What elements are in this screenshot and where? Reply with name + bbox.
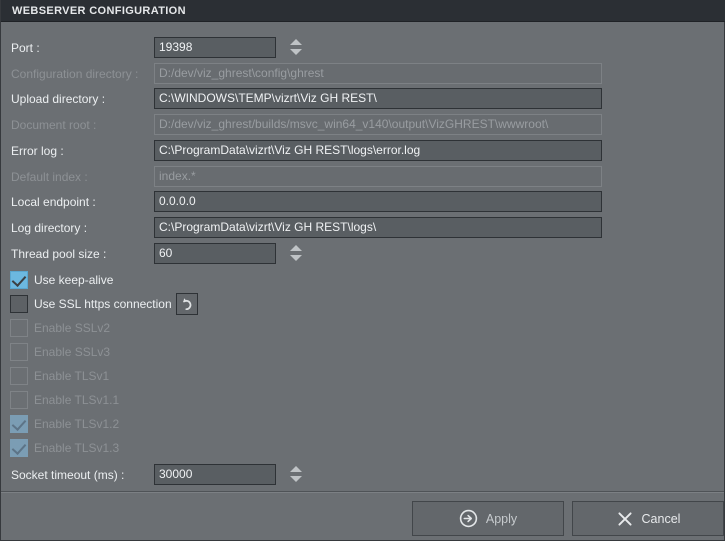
- checkbox-row[interactable]: Use keep-alive: [1, 268, 724, 293]
- checkmark-icon: [11, 439, 27, 455]
- cancel-button-label: Cancel: [641, 511, 681, 526]
- apply-button-label: Apply: [485, 511, 518, 526]
- form-row: Port : 19398: [1, 36, 724, 61]
- text-input[interactable]: C:\ProgramData\vizrt\Viz GH REST\logs\: [154, 216, 602, 238]
- text-input[interactable]: C:\ProgramData\vizrt\Viz GH REST\logs\er…: [154, 139, 602, 161]
- checkbox: [10, 438, 28, 457]
- form-row: Error log : C:\ProgramData\vizrt\Viz GH R…: [1, 139, 724, 164]
- checkbox-label: Enable SSLv2: [34, 320, 111, 335]
- webserver-configuration-dialog: WEBSERVER CONFIGURATION Port : 19398 Confi…: [0, 0, 725, 541]
- field-label: Local endpoint :: [11, 195, 96, 210]
- field-label: Port :: [11, 41, 40, 55]
- field-label: Configuration directory :: [11, 66, 139, 81]
- text-input: index.*: [154, 165, 602, 187]
- field-label: Socket timeout (ms) :: [11, 467, 125, 482]
- field-label: Log directory :: [11, 220, 88, 235]
- checkbox-row[interactable]: Use SSL https connection: [1, 292, 724, 317]
- text-input[interactable]: 19398: [154, 37, 276, 58]
- checkbox-row: Enable TLSv1: [1, 364, 724, 389]
- checkbox[interactable]: [10, 294, 28, 313]
- checkbox-row: Enable TLSv1.1: [1, 388, 724, 413]
- checkbox: [10, 342, 28, 361]
- field-label: Thread pool size :: [11, 246, 107, 261]
- checkbox-label: Enable TLSv1.1: [34, 392, 120, 407]
- form-row: Default index : index.*: [1, 165, 724, 190]
- stepper-up-icon[interactable]: [290, 39, 302, 45]
- checkbox-label: Use SSL https connection: [34, 296, 172, 311]
- checkbox-row: Enable SSLv3: [1, 340, 724, 365]
- text-input[interactable]: 60: [154, 242, 276, 264]
- cancel-button[interactable]: Cancel: [572, 501, 724, 536]
- stepper-down-icon[interactable]: [290, 49, 302, 55]
- checkbox-row: Enable SSLv2: [1, 316, 724, 341]
- field-label: Error log :: [11, 143, 64, 158]
- checkmark-icon: [11, 415, 27, 431]
- form-row: Upload directory : C:\WINDOWS\TEMP\vizrt\…: [1, 87, 724, 112]
- form-row: Socket timeout (ms) : 30000: [1, 463, 724, 488]
- number-stepper[interactable]: [287, 243, 304, 264]
- number-stepper[interactable]: [287, 37, 304, 58]
- checkbox: [10, 366, 28, 385]
- apply-button[interactable]: Apply: [412, 501, 564, 536]
- field-label: Default index :: [11, 169, 88, 184]
- text-input: D:/dev/viz_ghrest/builds/msvc_win64_v140…: [154, 114, 602, 136]
- close-x-icon: [616, 510, 634, 528]
- stepper-down-icon[interactable]: [290, 475, 302, 482]
- field-label: Document root :: [11, 118, 97, 133]
- checkbox-label: Enable TLSv1.3: [34, 440, 120, 455]
- stepper-down-icon[interactable]: [290, 254, 302, 261]
- form-row: Configuration directory : D:/dev/viz_ghre…: [1, 62, 724, 87]
- text-input[interactable]: 0.0.0.0: [154, 191, 602, 213]
- checkbox: [10, 390, 28, 409]
- number-stepper[interactable]: [287, 464, 304, 485]
- field-label: Upload directory :: [11, 92, 106, 107]
- form-row: Log directory : C:\ProgramData\vizrt\Viz …: [1, 216, 724, 241]
- checkbox-label: Use keep-alive: [34, 272, 114, 287]
- dialog-title: WEBSERVER CONFIGURATION: [12, 5, 186, 17]
- stepper-up-icon[interactable]: [290, 465, 302, 472]
- checkbox-row: Enable TLSv1.3: [1, 436, 724, 461]
- checkmark-icon: [11, 271, 27, 287]
- text-input: D:/dev/viz_ghrest\config\ghrest: [154, 62, 602, 84]
- undo-arrow-icon: [177, 296, 197, 312]
- revert-ssl-button[interactable]: [176, 293, 198, 315]
- form-row: Local endpoint : 0.0.0.0: [1, 190, 724, 215]
- checkbox: [10, 414, 28, 433]
- configuration-form: Port : 19398 Configuration directory : D:/d…: [1, 22, 724, 491]
- checkbox: [10, 318, 28, 337]
- text-input[interactable]: C:\WINDOWS\TEMP\vizrt\Viz GH REST\: [154, 88, 602, 110]
- text-input[interactable]: 30000: [154, 463, 276, 485]
- checkbox-row: Enable TLSv1.2: [1, 412, 724, 437]
- checkbox-label: Enable TLSv1: [34, 368, 110, 383]
- footer-separator: [1, 491, 724, 493]
- checkbox-label: Enable SSLv3: [34, 344, 111, 359]
- form-row: Document root : D:/dev/viz_ghrest/builds/…: [1, 113, 724, 138]
- stepper-up-icon[interactable]: [290, 244, 302, 251]
- checkbox-label: Enable TLSv1.2: [34, 416, 120, 431]
- arrow-right-circle-icon: [459, 509, 478, 528]
- dialog-titlebar: WEBSERVER CONFIGURATION: [1, 0, 725, 22]
- checkbox[interactable]: [10, 270, 28, 289]
- form-row: Thread pool size : 60: [1, 242, 724, 267]
